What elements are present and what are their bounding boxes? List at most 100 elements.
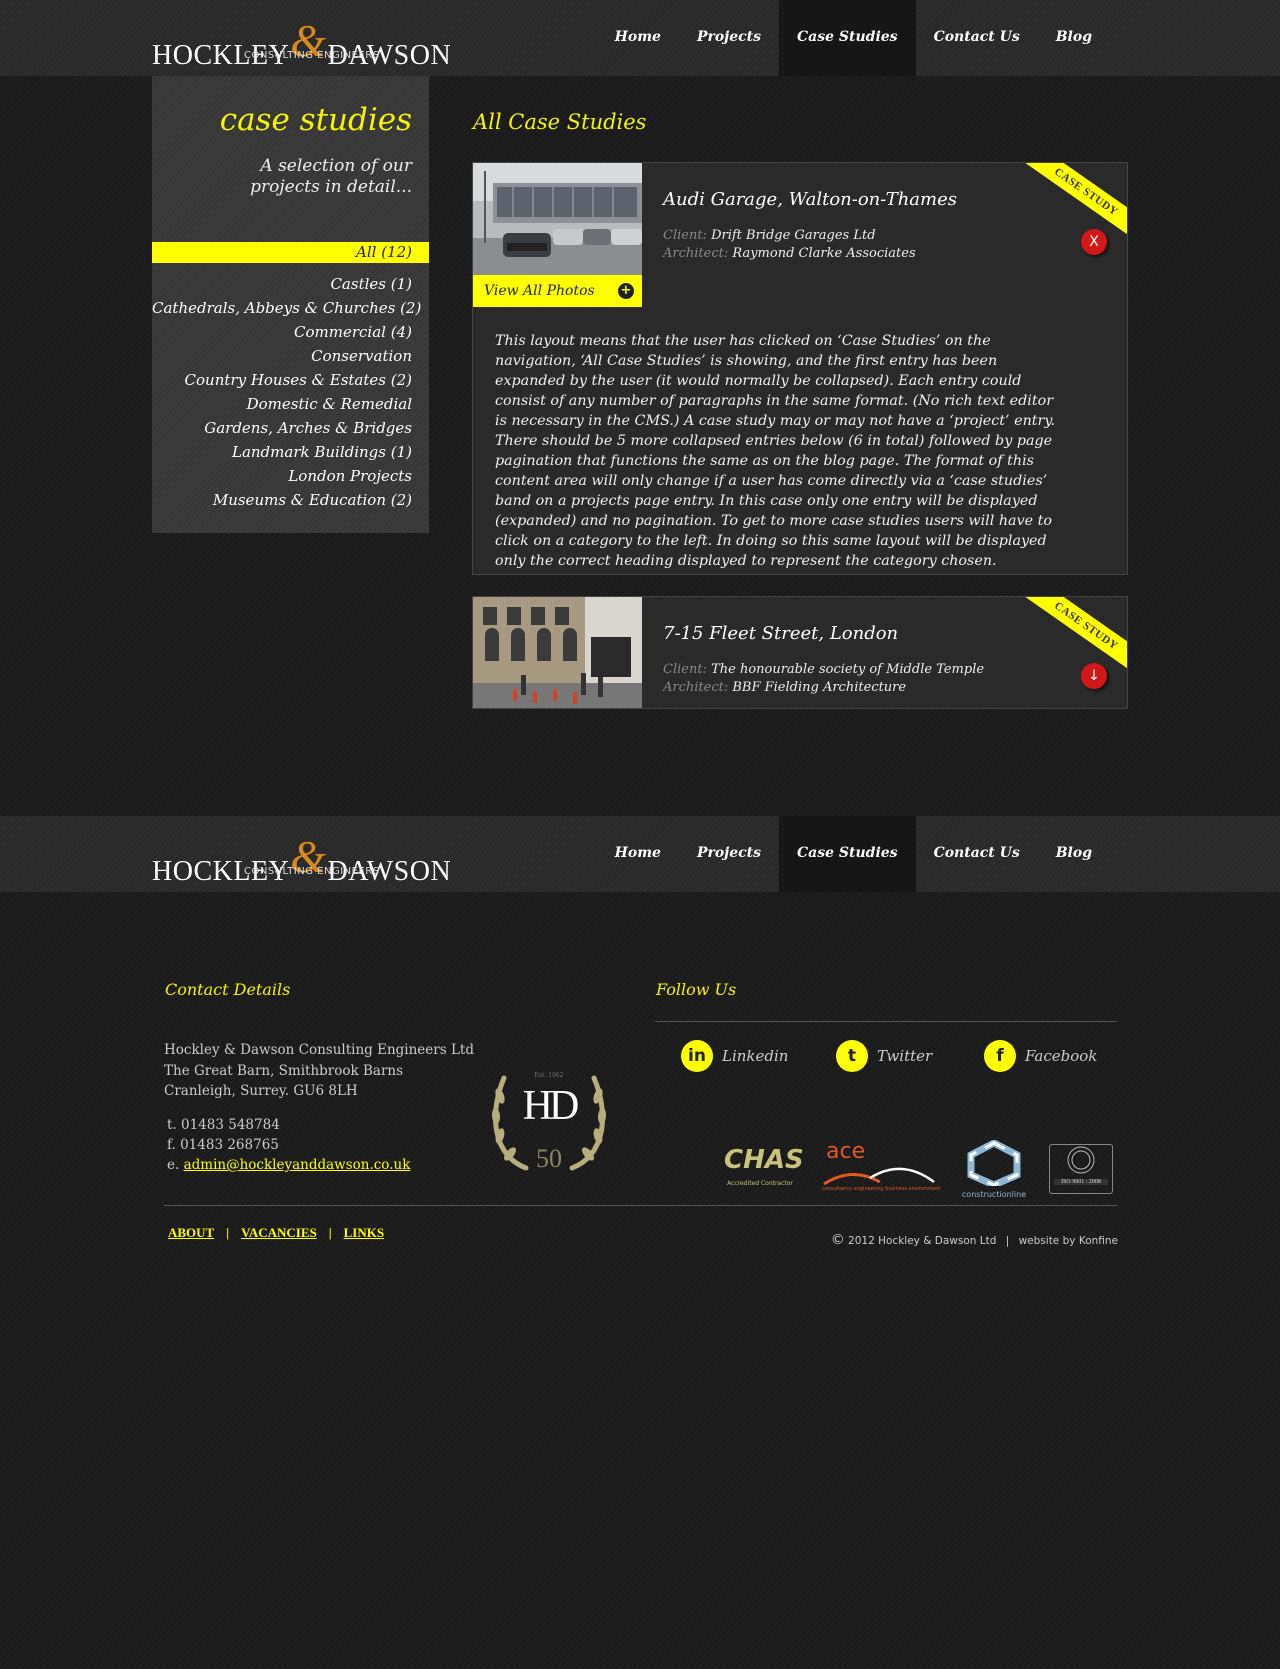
email-prefix: e. [167, 1157, 180, 1173]
social-twitter[interactable]: t Twitter [836, 1040, 932, 1072]
chas-logo: CHAS Accredited Contractor [724, 1140, 804, 1198]
footer-link-links[interactable]: LINKS [344, 1225, 384, 1240]
logo[interactable]: HOCKLEY&DAWSON CONSULTING ENGINEERS [152, 8, 451, 71]
case-study-photo[interactable] [473, 597, 642, 708]
sidebar-intro-line: A selection of our [260, 156, 412, 176]
address-line: Cranleigh, Surrey. GU6 8LH [164, 1083, 358, 1099]
address-line: Hockley & Dawson Consulting Engineers Lt… [164, 1042, 474, 1058]
constructionline-hex-icon [967, 1139, 1021, 1189]
category-london[interactable]: London Projects [152, 464, 429, 488]
nav-home[interactable]: Home [597, 0, 679, 76]
category-cathedrals[interactable]: Cathedrals, Abbeys & Churches (2) [152, 296, 429, 320]
telephone: t. 01483 548784 [167, 1117, 280, 1133]
ace-logo: ace consultancy engineering business env… [822, 1139, 941, 1198]
nav-blog[interactable]: Blog [1038, 816, 1110, 892]
email-link[interactable]: admin@hockleyanddawson.co.uk [184, 1157, 411, 1173]
anniversary-seal: Est. 1962 HD 50 [486, 1056, 612, 1180]
case-study-ribbon: CASE STUDY [1018, 163, 1127, 245]
view-all-photos-button[interactable]: View All Photos + [473, 275, 642, 307]
expand-button[interactable]: ↓ [1081, 663, 1107, 689]
contact-heading: Contact Details [165, 980, 291, 999]
client-value: The honourable society of Middle Temple [711, 662, 985, 677]
footer-link-about[interactable]: ABOUT [168, 1225, 214, 1240]
architect-value: Raymond Clarke Associates [732, 246, 916, 261]
case-study-body: This layout means that the user has clic… [495, 333, 1056, 569]
plus-icon: + [618, 283, 634, 299]
client-label: Client: [663, 662, 707, 677]
ace-text: ace [826, 1139, 866, 1164]
category-list: All (12) Castles (1) Cathedrals, Abbeys … [152, 242, 429, 512]
social-label: Facebook [1025, 1047, 1098, 1065]
category-all[interactable]: All (12) [152, 242, 429, 263]
nav-contact-us[interactable]: Contact Us [916, 0, 1038, 76]
social-label: Twitter [877, 1047, 933, 1065]
case-study-title[interactable]: 7-15 Fleet Street, London [663, 623, 898, 644]
logo-tagline: CONSULTING ENGINEERS [244, 866, 380, 877]
social-facebook[interactable]: f Facebook [984, 1040, 1097, 1072]
social-label: Linkedin [722, 1047, 789, 1065]
contact-numbers: t. 01483 548784 f. 01483 268765 e. admin… [167, 1115, 410, 1175]
credit-separator: | [1005, 1235, 1010, 1247]
iso-seal-icon [1067, 1146, 1095, 1174]
logo[interactable]: HOCKLEY&DAWSON CONSULTING ENGINEERS [152, 824, 451, 887]
case-study-ribbon: CASE STUDY [1018, 597, 1127, 679]
client-value: Drift Bridge Garages Ltd [711, 228, 876, 243]
collapse-button[interactable]: X [1081, 229, 1107, 255]
logo-tagline: CONSULTING ENGINEERS [244, 50, 380, 61]
category-conservation[interactable]: Conservation [152, 344, 429, 368]
nav-projects[interactable]: Projects [679, 816, 779, 892]
category-museums[interactable]: Museums & Education (2) [152, 488, 429, 512]
iso-logo: ISO 9001 : 2008 [1049, 1144, 1113, 1194]
architect-label: Architect: [663, 246, 729, 261]
iso-text: ISO 9001 : 2008 [1054, 1179, 1108, 1185]
page-title: All Case Studies [473, 110, 647, 134]
social-linkedin[interactable]: in Linkedin [681, 1040, 788, 1072]
category-landmark[interactable]: Landmark Buildings (1) [152, 440, 429, 464]
sidebar: case studies A selection of our projects… [152, 76, 429, 533]
footer-links: ABOUT | VACANCIES | LINKS [168, 1225, 384, 1241]
category-commercial[interactable]: Commercial (4) [152, 320, 429, 344]
nav-contact-us[interactable]: Contact Us [916, 816, 1038, 892]
website-credit[interactable]: website by Konfine [1019, 1235, 1118, 1247]
sidebar-intro: A selection of our projects in detail... [192, 156, 412, 198]
ace-subtext: consultancy engineering business environ… [822, 1186, 941, 1192]
nav-blog[interactable]: Blog [1038, 0, 1110, 76]
constructionline-logo: constructionline [959, 1139, 1029, 1199]
category-country-houses[interactable]: Country Houses & Estates (2) [152, 368, 429, 392]
footer-header: HOCKLEY&DAWSON CONSULTING ENGINEERS Home… [0, 816, 1280, 892]
chas-subtext: Accredited Contractor [727, 1180, 793, 1187]
sidebar-title: case studies [219, 102, 412, 138]
client-label: Client: [663, 228, 707, 243]
main-nav: Home Projects Case Studies Contact Us Bl… [597, 0, 1110, 76]
copyright-text: 2012 Hockley & Dawson Ltd [848, 1235, 997, 1247]
linkedin-icon: in [681, 1040, 713, 1072]
copyright: © 2012 Hockley & Dawson Ltd | website by… [831, 1232, 1118, 1248]
footer-nav: Home Projects Case Studies Contact Us Bl… [597, 816, 1110, 892]
category-domestic[interactable]: Domestic & Remedial [152, 392, 429, 416]
seal-monogram: HD [522, 1083, 580, 1129]
case-study-meta: Client: Drift Bridge Garages Ltd Archite… [663, 227, 916, 263]
seal-years: 50 [536, 1144, 562, 1173]
top-header: HOCKLEY&DAWSON CONSULTING ENGINEERS Home… [0, 0, 1280, 76]
case-study-title[interactable]: Audi Garage, Walton-on-Thames [663, 189, 957, 210]
case-study-photo[interactable] [473, 163, 642, 275]
category-gardens[interactable]: Gardens, Arches & Bridges [152, 416, 429, 440]
footer-link-vacancies[interactable]: VACANCIES [241, 1225, 317, 1240]
architect-label: Architect: [663, 680, 729, 695]
nav-home[interactable]: Home [597, 816, 679, 892]
link-separator: | [226, 1225, 230, 1240]
link-separator: | [328, 1225, 332, 1240]
address: Hockley & Dawson Consulting Engineers Lt… [164, 1040, 474, 1102]
nav-case-studies[interactable]: Case Studies [779, 816, 916, 892]
follow-heading: Follow Us [656, 980, 737, 999]
view-all-photos-label: View All Photos [484, 283, 595, 299]
case-study-card: View All Photos + Audi Garage, Walton-on… [472, 162, 1128, 575]
constructionline-text: constructionline [961, 1190, 1027, 1199]
fax: f. 01483 268765 [167, 1137, 279, 1153]
nav-projects[interactable]: Projects [679, 0, 779, 76]
address-line: The Great Barn, Smithbrook Barns [164, 1062, 404, 1079]
case-study-card: 7-15 Fleet Street, London Client: The ho… [472, 596, 1128, 709]
facebook-icon: f [984, 1040, 1016, 1072]
nav-case-studies[interactable]: Case Studies [779, 0, 916, 76]
category-castles[interactable]: Castles (1) [152, 272, 429, 296]
